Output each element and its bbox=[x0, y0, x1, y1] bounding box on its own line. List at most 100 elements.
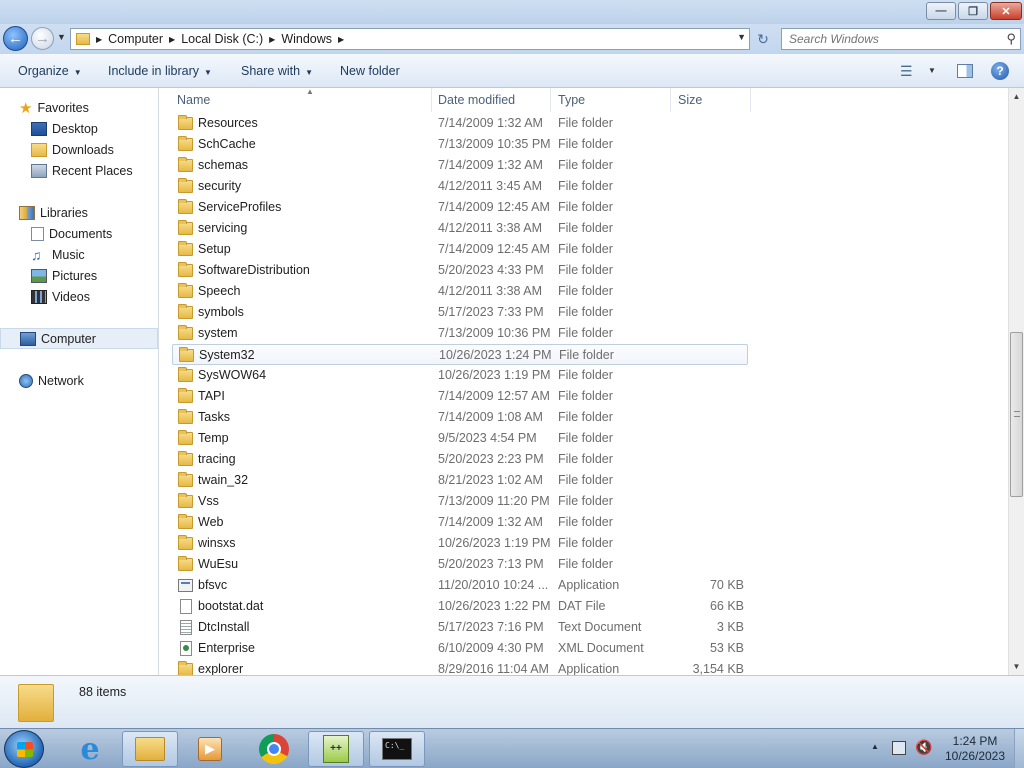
taskbar-internet-explorer[interactable]: e bbox=[62, 731, 118, 767]
nav-item-documents[interactable]: Documents bbox=[0, 223, 158, 244]
scroll-down-icon[interactable]: ▼ bbox=[1009, 658, 1024, 675]
file-name: explorer bbox=[198, 662, 244, 675]
file-row[interactable]: Resources 7/14/2009 1:32 AM File folder bbox=[172, 113, 748, 134]
breadcrumb-windows[interactable]: Windows bbox=[281, 32, 332, 46]
file-row[interactable]: system 7/13/2009 10:36 PM File folder bbox=[172, 323, 748, 344]
close-button[interactable]: ✕ bbox=[990, 2, 1022, 20]
minimize-button[interactable]: — bbox=[926, 2, 956, 20]
preview-pane-icon[interactable] bbox=[957, 64, 973, 78]
address-history-dropdown-icon[interactable]: ▼ bbox=[737, 32, 746, 42]
start-button[interactable] bbox=[4, 730, 44, 768]
nav-item-pictures[interactable]: Pictures bbox=[0, 265, 158, 286]
internet-explorer-icon: e bbox=[80, 731, 100, 767]
vertical-scrollbar[interactable]: ▲ ▼ bbox=[1008, 88, 1024, 675]
file-row[interactable]: Setup 7/14/2009 12:45 AM File folder bbox=[172, 239, 748, 260]
network-status-icon[interactable] bbox=[892, 741, 906, 755]
help-icon[interactable]: ? bbox=[991, 62, 1009, 80]
back-button[interactable]: ← bbox=[3, 26, 28, 51]
file-row[interactable]: twain_32 8/21/2023 1:02 AM File folder bbox=[172, 470, 748, 491]
file-name: DtcInstall bbox=[198, 620, 250, 634]
file-row[interactable]: Speech 4/12/2011 3:38 AM File folder bbox=[172, 281, 748, 302]
nav-item-recent-places[interactable]: Recent Places bbox=[0, 160, 158, 181]
column-header-size[interactable]: Size bbox=[671, 88, 751, 112]
file-row[interactable]: SchCache 7/13/2009 10:35 PM File folder bbox=[172, 134, 748, 155]
file-row[interactable]: servicing 4/12/2011 3:38 AM File folder bbox=[172, 218, 748, 239]
file-row[interactable]: security 4/12/2011 3:45 AM File folder bbox=[172, 176, 748, 197]
share-with-button[interactable]: Share with ▼ bbox=[241, 64, 313, 78]
file-row[interactable]: schemas 7/14/2009 1:32 AM File folder bbox=[172, 155, 748, 176]
address-bar[interactable]: ▶ Computer ▶ Local Disk (C:) ▶ Windows ▶… bbox=[70, 28, 750, 50]
file-date-modified: 11/20/2010 10:24 ... bbox=[438, 578, 549, 592]
file-row[interactable]: DtcInstall 5/17/2023 7:16 PM Text Document… bbox=[172, 617, 748, 638]
file-row[interactable]: Tasks 7/14/2009 1:08 AM File folder bbox=[172, 407, 748, 428]
file-row[interactable]: WuEsu 5/20/2023 7:13 PM File folder bbox=[172, 554, 748, 575]
new-folder-button[interactable]: New folder bbox=[340, 64, 400, 78]
file-row[interactable]: symbols 5/17/2023 7:33 PM File folder bbox=[172, 302, 748, 323]
show-desktop-button[interactable] bbox=[1014, 729, 1024, 768]
nav-item-libraries[interactable]: Libraries bbox=[0, 202, 158, 223]
column-header-type[interactable]: Type bbox=[551, 88, 671, 112]
window-title-bar[interactable]: — ❐ ✕ bbox=[0, 0, 1024, 24]
breadcrumb-computer[interactable]: Computer bbox=[108, 32, 163, 46]
file-row[interactable]: Temp 9/5/2023 4:54 PM File folder bbox=[172, 428, 748, 449]
taskbar-media-player[interactable]: ▶ bbox=[182, 731, 238, 767]
file-row[interactable]: Vss 7/13/2009 11:20 PM File folder bbox=[172, 491, 748, 512]
scroll-up-icon[interactable]: ▲ bbox=[1009, 88, 1024, 105]
file-type: File folder bbox=[559, 348, 614, 362]
file-type: File folder bbox=[558, 431, 613, 445]
file-row[interactable]: SoftwareDistribution 5/20/2023 4:33 PM Fil… bbox=[172, 260, 748, 281]
nav-item-computer[interactable]: Computer bbox=[0, 328, 158, 349]
breadcrumb-separator-icon[interactable]: ▶ bbox=[163, 35, 181, 44]
system-clock[interactable]: 1:24 PM 10/26/2023 bbox=[940, 734, 1010, 764]
recent-pages-dropdown-icon[interactable]: ▼ bbox=[57, 32, 66, 42]
show-hidden-icons-icon[interactable]: ▲ bbox=[871, 742, 879, 751]
volume-muted-icon[interactable]: 🔇 bbox=[915, 739, 932, 756]
include-in-library-button[interactable]: Include in library ▼ bbox=[108, 64, 212, 78]
file-row[interactable]: explorer 8/29/2016 11:04 AM Application 3,1… bbox=[172, 659, 748, 675]
file-row[interactable]: Enterprise 6/10/2009 4:30 PM XML Document 5… bbox=[172, 638, 748, 659]
forward-arrow-icon: → bbox=[35, 30, 50, 47]
nav-item-videos[interactable]: Videos bbox=[0, 286, 158, 307]
scrollbar-thumb[interactable] bbox=[1010, 332, 1023, 497]
file-name: Vss bbox=[198, 494, 219, 508]
search-icon[interactable]: ⚲ bbox=[1006, 31, 1016, 47]
nav-item-desktop[interactable]: Desktop bbox=[0, 118, 158, 139]
change-view-icon[interactable]: ☰ bbox=[900, 63, 913, 80]
search-box[interactable]: ⚲ bbox=[781, 28, 1021, 50]
taskbar-windows-explorer[interactable] bbox=[122, 731, 178, 767]
file-row[interactable]: Web 7/14/2009 1:32 AM File folder bbox=[172, 512, 748, 533]
file-row[interactable]: SysWOW64 10/26/2023 1:19 PM File folder bbox=[172, 365, 748, 386]
nav-item-favorites[interactable]: ★ Favorites bbox=[0, 97, 158, 118]
breadcrumb-local-disk[interactable]: Local Disk (C:) bbox=[181, 32, 263, 46]
forward-button[interactable]: → bbox=[31, 27, 54, 50]
organize-button[interactable]: Organize ▼ bbox=[18, 64, 82, 78]
refresh-button[interactable]: ↻ bbox=[752, 28, 774, 50]
file-row[interactable]: bootstat.dat 10/26/2023 1:22 PM DAT File 66… bbox=[172, 596, 748, 617]
taskbar-command-prompt[interactable]: C:\_ bbox=[369, 731, 425, 767]
chevron-down-icon: ▼ bbox=[73, 68, 82, 77]
view-options-dropdown-icon[interactable]: ▼ bbox=[928, 66, 936, 75]
search-input[interactable] bbox=[789, 32, 989, 46]
media-player-icon: ▶ bbox=[198, 737, 222, 761]
maximize-button[interactable]: ❐ bbox=[958, 2, 988, 20]
file-row[interactable]: ServiceProfiles 7/14/2009 12:45 AM File fo… bbox=[172, 197, 748, 218]
nav-item-music[interactable]: ♫ Music bbox=[0, 244, 158, 265]
file-row[interactable]: tracing 5/20/2023 2:23 PM File folder bbox=[172, 449, 748, 470]
file-size: 66 KB bbox=[709, 599, 744, 613]
folder-icon bbox=[76, 33, 90, 45]
breadcrumb-separator-icon[interactable]: ▶ bbox=[90, 35, 108, 44]
file-row[interactable]: System32 10/26/2023 1:24 PM File folder bbox=[172, 344, 748, 365]
nav-item-network[interactable]: Network bbox=[0, 370, 158, 391]
file-row[interactable]: bfsvc 11/20/2010 10:24 ... Application 70 K… bbox=[172, 575, 748, 596]
nav-item-downloads[interactable]: Downloads bbox=[0, 139, 158, 160]
file-row[interactable]: TAPI 7/14/2009 12:57 AM File folder bbox=[172, 386, 748, 407]
breadcrumb-separator-icon[interactable]: ▶ bbox=[332, 35, 350, 44]
taskbar-notepad-plus-plus[interactable]: ++ bbox=[308, 731, 364, 767]
breadcrumb-separator-icon[interactable]: ▶ bbox=[263, 35, 281, 44]
folder-icon bbox=[178, 493, 193, 508]
file-row[interactable]: winsxs 10/26/2023 1:19 PM File folder bbox=[172, 533, 748, 554]
column-header-name[interactable]: Name ▲ bbox=[170, 88, 432, 112]
taskbar-chrome[interactable] bbox=[246, 731, 302, 767]
file-date-modified: 7/14/2009 1:32 AM bbox=[438, 158, 543, 172]
column-header-date-modified[interactable]: Date modified bbox=[431, 88, 551, 112]
